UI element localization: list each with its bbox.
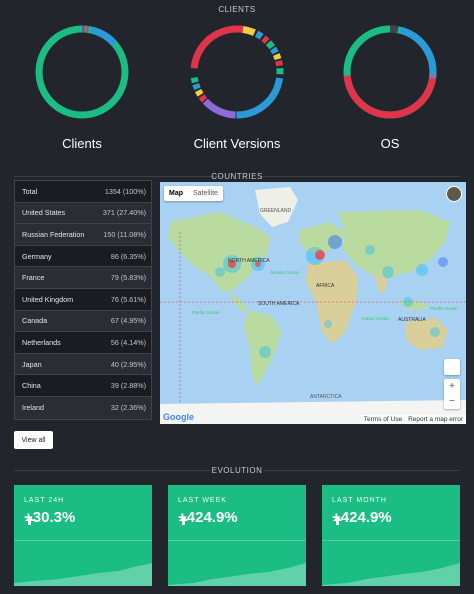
card-caption: LAST MONTH <box>332 497 387 504</box>
card-value: +424.9% <box>178 509 238 526</box>
table-row: Russian Federation 150 (11.08%) <box>15 224 151 246</box>
clients-donut-chart[interactable] <box>32 22 132 122</box>
country-value: 67 (4.95%) <box>110 316 146 326</box>
view-all-button[interactable]: View all <box>14 431 53 449</box>
zoom-in-button[interactable]: + <box>449 381 455 392</box>
table-row: France 79 (5.83%) <box>15 267 151 289</box>
world-map[interactable]: GREENLAND NORTH AMERICA Atlantic Ocean A… <box>160 182 466 424</box>
tab-satellite[interactable]: Satellite <box>188 186 223 201</box>
card-caption: LAST WEEK <box>178 497 227 504</box>
table-row: United States 371 (27.40%) <box>15 202 151 225</box>
pegman-icon[interactable] <box>444 359 460 375</box>
map-label: Pacific Ocean <box>430 306 458 311</box>
country-value: 39 (2.88%) <box>110 381 146 391</box>
country-value: 32 (2.36%) <box>110 403 146 413</box>
table-row: Canada 67 (4.95%) <box>15 310 151 333</box>
country-value: 79 (5.83%) <box>110 273 146 283</box>
google-logo: Google <box>163 412 194 422</box>
map-label: NORTH AMERICA <box>228 258 270 264</box>
table-row: China 39 (2.88%) <box>15 375 151 397</box>
country-name: China <box>22 381 41 391</box>
fullscreen-icon[interactable] <box>446 186 462 202</box>
country-value: 1354 (100%) <box>104 186 146 196</box>
os-donut-chart[interactable] <box>340 22 440 122</box>
table-row: United Kingdom 76 (5.61%) <box>15 288 151 311</box>
terms-link[interactable]: Terms of Use <box>364 416 402 423</box>
country-name: Netherlands <box>22 337 61 347</box>
evolution-card-week[interactable]: LAST WEEK +424.9% <box>168 485 306 586</box>
evolution-card-24h[interactable]: LAST 24H +30.3% <box>14 485 152 586</box>
clients-donut-label: Clients <box>62 136 102 151</box>
map-label: Atlantic Ocean <box>270 270 300 275</box>
client-versions-donut-label: Client Versions <box>193 136 281 151</box>
country-name: Total <box>22 186 38 196</box>
country-value: 40 (2.95%) <box>110 359 146 369</box>
countries-table: Total 1354 (100%) United States 371 (27.40… <box>14 180 152 420</box>
country-name: United Kingdom <box>22 294 74 304</box>
map-label: Indian Ocean <box>362 316 389 321</box>
arrow-up-icon <box>25 516 34 525</box>
report-map-error-link[interactable]: Report a map error <box>408 416 463 423</box>
map-label: SOUTH AMERICA <box>258 301 300 307</box>
country-value: 150 (11.08%) <box>103 229 146 239</box>
zoom-out-button[interactable]: − <box>449 396 455 407</box>
table-row: Total 1354 (100%) <box>15 181 151 203</box>
map-canvas[interactable]: GREENLAND NORTH AMERICA Atlantic Ocean A… <box>160 182 466 424</box>
arrow-up-icon <box>179 516 188 525</box>
countries-rule-right <box>262 176 460 177</box>
country-name: Japan <box>22 359 42 369</box>
card-value: +30.3% <box>24 509 75 526</box>
card-caption: LAST 24H <box>24 497 65 504</box>
table-row: Japan 40 (2.95%) <box>15 353 151 376</box>
map-label: Pacific Ocean <box>192 310 220 315</box>
table-row: Germany 86 (6.35%) <box>15 245 151 268</box>
country-name: Canada <box>22 316 48 326</box>
table-row: Ireland 32 (2.36%) <box>15 396 151 419</box>
sparkline <box>168 563 306 586</box>
country-value: 56 (4.14%) <box>110 337 146 347</box>
table-row: Netherlands 56 (4.14%) <box>15 332 151 354</box>
os-donut-label: OS <box>380 136 400 151</box>
os-donut[interactable]: OS <box>335 22 445 151</box>
map-type-tabs: Map Satellite <box>164 186 223 201</box>
sparkline <box>322 563 460 586</box>
country-value: 371 (27.40%) <box>102 208 146 218</box>
zoom-control: + − <box>444 379 460 409</box>
country-value: 76 (5.61%) <box>110 294 146 304</box>
country-name: Germany <box>22 251 52 261</box>
tab-map[interactable]: Map <box>164 186 188 201</box>
clients-donut[interactable]: Clients <box>27 22 137 151</box>
sparkline <box>14 563 152 586</box>
country-name: Ireland <box>22 403 44 413</box>
country-name: United States <box>22 208 66 218</box>
map-label: AUSTRALIA <box>398 317 426 323</box>
evolution-card-month[interactable]: LAST MONTH +424.9% <box>322 485 460 586</box>
client-versions-donut-chart[interactable] <box>187 22 287 122</box>
map-label: ANTARCTICA <box>310 394 342 400</box>
arrow-up-icon <box>333 516 342 525</box>
client-versions-donut[interactable]: Client Versions <box>182 22 292 151</box>
section-title-clients: CLIENTS <box>218 5 256 14</box>
country-name: France <box>22 273 45 283</box>
map-label: AFRICA <box>316 283 335 289</box>
map-label: GREENLAND <box>260 208 292 214</box>
country-name: Russian Federation <box>22 229 85 239</box>
evolution-rule-right <box>264 470 460 471</box>
country-value: 86 (6.35%) <box>110 251 146 261</box>
map-footer: Terms of Use Report a map error <box>360 415 466 424</box>
card-value: +424.9% <box>332 509 392 526</box>
